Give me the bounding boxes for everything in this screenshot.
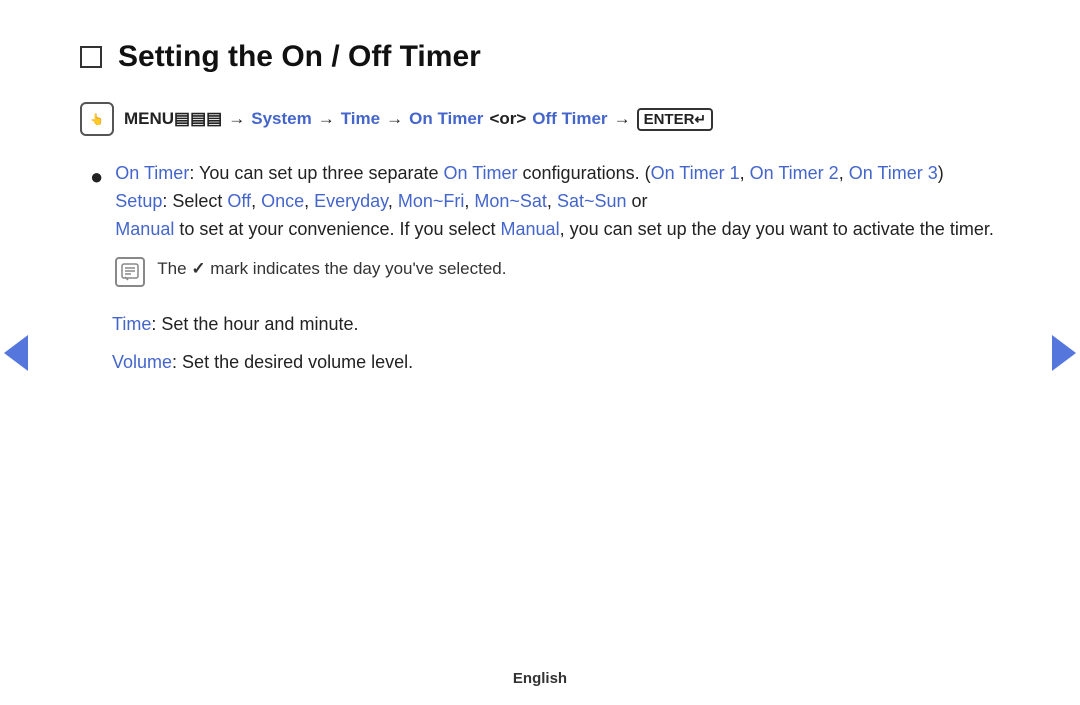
time-label: Time	[341, 109, 380, 129]
setup-label: Setup	[115, 191, 162, 211]
on-timer-link-mid: On Timer	[444, 163, 518, 183]
setup-desc-2: to set at your convenience. If you selec…	[174, 219, 500, 239]
mon-fri-option: Mon~Fri	[398, 191, 465, 211]
or-label: <or>	[489, 109, 526, 129]
sat-sun-option: Sat~Sun	[557, 191, 627, 211]
menu-label: MENU▤▤▤	[124, 109, 222, 129]
on-timer-2-link: On Timer 2	[750, 163, 839, 183]
on-timer-label: On Timer	[409, 109, 483, 129]
bullet-item: ● On Timer: You can set up three separat…	[90, 160, 1000, 299]
time-line: Time: Set the hour and minute.	[112, 311, 1000, 339]
on-timer-desc-2: configurations. (	[518, 163, 651, 183]
note-row: The ✓ mark indicates the day you've sele…	[115, 256, 994, 287]
note-svg-icon	[121, 263, 139, 281]
page-title: Setting the On / Off Timer	[118, 40, 481, 74]
comma-2: ,	[839, 163, 849, 183]
arrow-4: →	[614, 109, 631, 129]
bullet-dot: ●	[90, 162, 103, 193]
off-timer-label: Off Timer	[532, 109, 607, 129]
comma-1: ,	[740, 163, 750, 183]
note-text: The ✓ mark indicates the day you've sele…	[157, 256, 506, 282]
time-desc: : Set the hour and minute.	[151, 314, 358, 334]
arrow-3: →	[386, 109, 403, 129]
arrow-1: →	[228, 109, 245, 129]
mon-sat-option: Mon~Sat	[474, 191, 547, 211]
time-label: Time	[112, 314, 151, 334]
paren: )	[938, 163, 944, 183]
everyday-option: Everyday	[314, 191, 388, 211]
manual-option: Manual	[115, 219, 174, 239]
note-post: mark indicates the day you've selected.	[206, 259, 507, 278]
note-pre: The	[157, 259, 191, 278]
volume-desc: : Set the desired volume level.	[172, 352, 413, 372]
footer: English	[0, 670, 1080, 687]
enter-text: ENTER	[644, 111, 695, 128]
checkmark-symbol: ✓	[191, 259, 205, 278]
page-title-row: Setting the On / Off Timer	[80, 40, 1000, 74]
enter-label: ENTER↵	[637, 108, 714, 131]
menu-touch-icon: 👆	[80, 102, 114, 136]
on-timer-1-link: On Timer 1	[651, 163, 740, 183]
setup-or: or	[627, 191, 648, 211]
off-option: Off	[227, 191, 251, 211]
on-timer-3-link: On Timer 3	[849, 163, 938, 183]
bullet-content: On Timer: You can set up three separate …	[115, 160, 994, 299]
arrow-2: →	[318, 109, 335, 129]
page-container: Setting the On / Off Timer 👆 MENU▤▤▤ → S…	[0, 0, 1080, 705]
volume-label: Volume	[112, 352, 172, 372]
setup-desc-1: : Select	[162, 191, 227, 211]
note-icon	[115, 257, 145, 287]
menu-path: 👆 MENU▤▤▤ → System → Time → On Timer <or…	[80, 102, 1000, 136]
on-timer-desc-1: : You can set up three separate	[189, 163, 443, 183]
setup-desc-3: , you can set up the day you want to act…	[560, 219, 994, 239]
content-area: ● On Timer: You can set up three separat…	[90, 160, 1000, 376]
once-option: Once	[261, 191, 304, 211]
volume-line: Volume: Set the desired volume level.	[112, 349, 1000, 377]
checkbox-icon	[80, 46, 102, 68]
on-timer-link-1: On Timer	[115, 163, 189, 183]
manual-link-2: Manual	[501, 219, 560, 239]
footer-text: English	[513, 670, 567, 687]
system-label: System	[251, 109, 311, 129]
